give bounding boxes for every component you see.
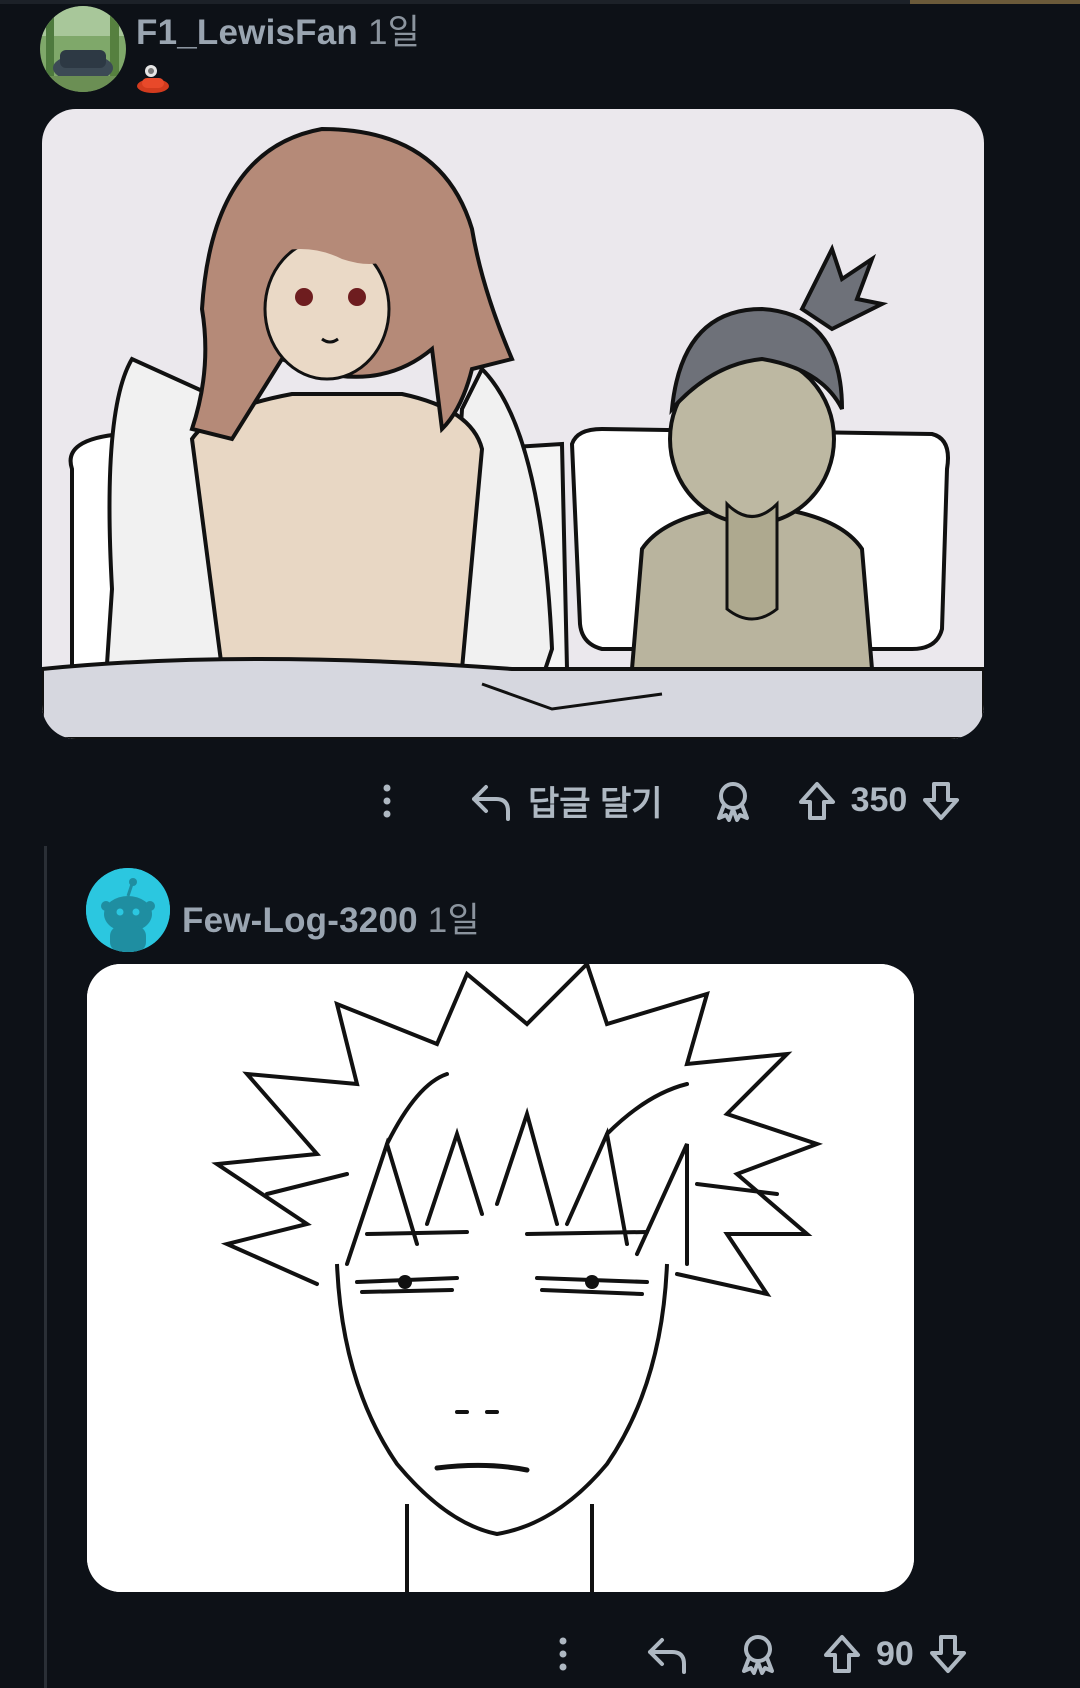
downvote-button[interactable]: [921, 780, 961, 822]
reply-icon: [648, 1638, 686, 1674]
comment-author[interactable]: F1_LewisFan 1일: [136, 4, 420, 55]
user-avatar[interactable]: [40, 6, 126, 92]
username[interactable]: Few-Log-3200: [182, 901, 418, 940]
award-button[interactable]: [713, 780, 753, 822]
more-options-button[interactable]: [548, 1637, 578, 1671]
more-options-button[interactable]: [372, 784, 402, 818]
comment-time: 1일: [368, 13, 421, 52]
comment-author[interactable]: Few-Log-3200 1일: [182, 892, 480, 943]
more-vertical-icon: [383, 784, 391, 817]
reply-label: 답글 달기: [528, 785, 663, 823]
thread-line[interactable]: [44, 846, 47, 1688]
upvote-arrow-icon: [798, 781, 835, 820]
upvote-button[interactable]: [822, 1633, 862, 1675]
user-avatar[interactable]: [86, 868, 170, 952]
downvote-arrow-icon: [929, 1635, 966, 1673]
vote-score: 90: [876, 1634, 914, 1673]
vote-score: 350: [850, 781, 908, 819]
award-button[interactable]: [738, 1633, 778, 1675]
downvote-arrow-icon: [923, 781, 960, 820]
reply-icon: [472, 784, 510, 821]
upvote-button[interactable]: [797, 780, 837, 822]
upvote-arrow-icon: [824, 1635, 860, 1673]
top-accent: [910, 0, 1080, 4]
comment-image[interactable]: [42, 109, 984, 739]
username[interactable]: F1_LewisFan: [136, 13, 358, 52]
award-icon: [742, 1635, 774, 1675]
comment-time: 1일: [427, 901, 480, 940]
more-vertical-icon: [559, 1637, 567, 1671]
comment-actions: 답글 달기 350: [372, 776, 961, 825]
award-icon: [716, 781, 749, 822]
reply-button[interactable]: [646, 1634, 688, 1674]
comment-image[interactable]: [87, 964, 914, 1592]
user-flair-icon: [136, 60, 170, 94]
comment-actions: 90: [548, 1633, 968, 1675]
reply-button[interactable]: 답글 달기: [470, 776, 663, 825]
downvote-button[interactable]: [928, 1633, 968, 1675]
